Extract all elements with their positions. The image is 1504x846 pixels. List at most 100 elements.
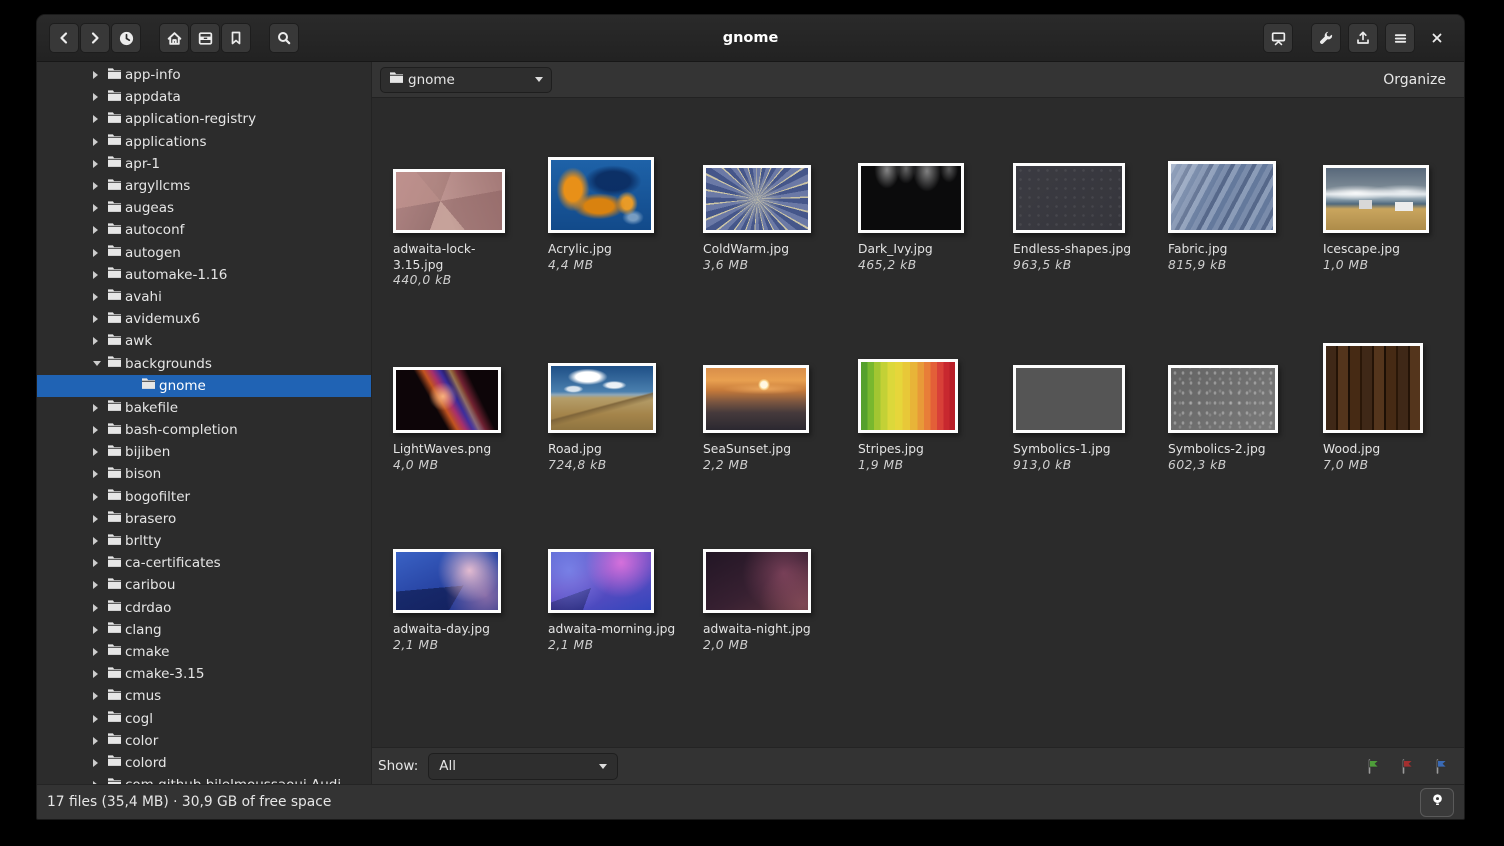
thumbnail[interactable]: [858, 359, 958, 433]
file-item[interactable]: adwaita-lock-3.15.jpg 440,0 kB: [383, 98, 538, 296]
file-item[interactable]: adwaita-night.jpg 2,0 MB: [693, 492, 848, 653]
filesystem-button[interactable]: [190, 23, 220, 53]
file-item[interactable]: adwaita-morning.jpg 2,1 MB: [538, 492, 693, 653]
history-button[interactable]: [111, 23, 141, 53]
expander-icon[interactable]: [93, 470, 107, 478]
thumbnail[interactable]: [393, 549, 501, 613]
expander-icon[interactable]: [93, 515, 107, 523]
thumbnail[interactable]: [1168, 161, 1276, 233]
folder-tree-item[interactable]: cogl: [37, 707, 371, 729]
thumbnail[interactable]: [703, 365, 809, 433]
folder-tree-item[interactable]: awk: [37, 330, 371, 352]
thumbnail[interactable]: [1168, 365, 1278, 433]
expander-icon[interactable]: [93, 249, 107, 257]
expander-icon[interactable]: [93, 182, 107, 190]
file-item[interactable]: adwaita-day.jpg 2,1 MB: [383, 492, 538, 653]
folder-tree-item[interactable]: automake-1.16: [37, 264, 371, 286]
folder-tree-item[interactable]: clang: [37, 619, 371, 641]
thumbnail[interactable]: [703, 165, 811, 233]
folder-tree-item[interactable]: avidemux6: [37, 308, 371, 330]
folder-tree-item[interactable]: cmake-3.15: [37, 663, 371, 685]
folder-tree-item[interactable]: bison: [37, 463, 371, 485]
close-button[interactable]: [1422, 23, 1452, 53]
folder-tree-item[interactable]: bogofilter: [37, 486, 371, 508]
thumbnail[interactable]: [1323, 165, 1429, 233]
folder-tree-item[interactable]: backgrounds: [37, 352, 371, 374]
folder-tree-item[interactable]: argyllcms: [37, 175, 371, 197]
folder-tree-item[interactable]: apr-1: [37, 153, 371, 175]
forward-button[interactable]: [80, 23, 110, 53]
folder-tree-item[interactable]: com.github.bilelmoussaoui.Audi: [37, 774, 371, 784]
expander-icon[interactable]: [93, 271, 107, 279]
expander-icon[interactable]: [93, 160, 107, 168]
expander-icon[interactable]: [93, 71, 107, 79]
expander-icon[interactable]: [93, 226, 107, 234]
expander-icon[interactable]: [93, 115, 107, 123]
expander-icon[interactable]: [93, 315, 107, 323]
blue-flag-filter-button[interactable]: [1433, 757, 1450, 775]
thumbnail[interactable]: [1323, 343, 1423, 433]
location-dropdown[interactable]: gnome: [380, 67, 552, 93]
expander-icon[interactable]: [93, 759, 107, 767]
folder-tree-item[interactable]: cmus: [37, 685, 371, 707]
file-item[interactable]: Road.jpg 724,8 kB: [538, 296, 693, 492]
menu-button[interactable]: [1385, 23, 1415, 53]
expander-icon[interactable]: [93, 204, 107, 212]
file-item[interactable]: Fabric.jpg 815,9 kB: [1158, 98, 1313, 296]
search-button[interactable]: [269, 23, 299, 53]
folder-tree-item[interactable]: autogen: [37, 242, 371, 264]
back-button[interactable]: [49, 23, 79, 53]
folder-tree-item[interactable]: brasero: [37, 508, 371, 530]
thumbnail[interactable]: [548, 157, 654, 233]
folder-tree-item[interactable]: colord: [37, 752, 371, 774]
expander-icon[interactable]: [93, 93, 107, 101]
tools-button[interactable]: [1311, 23, 1341, 53]
bookmarks-button[interactable]: [221, 23, 251, 53]
file-item[interactable]: ColdWarm.jpg 3,6 MB: [693, 98, 848, 296]
expander-icon[interactable]: [93, 648, 107, 656]
file-item[interactable]: Icescape.jpg 1,0 MB: [1313, 98, 1464, 296]
file-item[interactable]: Stripes.jpg 1,9 MB: [848, 296, 1003, 492]
file-item[interactable]: Endless-shapes.jpg 963,5 kB: [1003, 98, 1158, 296]
expander-icon[interactable]: [93, 537, 107, 545]
file-item[interactable]: LightWaves.png 4,0 MB: [383, 296, 538, 492]
expander-icon[interactable]: [93, 404, 107, 412]
expander-icon[interactable]: [93, 293, 107, 301]
folder-tree-item[interactable]: brltty: [37, 530, 371, 552]
expander-icon[interactable]: [93, 626, 107, 634]
file-item[interactable]: Wood.jpg 7,0 MB: [1313, 296, 1464, 492]
file-item[interactable]: Acrylic.jpg 4,4 MB: [538, 98, 693, 296]
organize-button[interactable]: Organize: [1377, 68, 1452, 92]
thumbnail[interactable]: [703, 549, 811, 613]
folder-tree-item[interactable]: bash-completion: [37, 419, 371, 441]
expander-icon[interactable]: [93, 737, 107, 745]
expander-icon[interactable]: [93, 426, 107, 434]
expander-icon[interactable]: [93, 604, 107, 612]
folder-tree-item[interactable]: caribou: [37, 574, 371, 596]
tip-button[interactable]: [1420, 788, 1454, 817]
folder-tree-item[interactable]: app-info: [37, 64, 371, 86]
folder-tree-item[interactable]: bakefile: [37, 397, 371, 419]
expander-icon[interactable]: [93, 692, 107, 700]
red-flag-filter-button[interactable]: [1399, 757, 1416, 775]
thumbnail[interactable]: [1013, 365, 1125, 433]
filter-dropdown[interactable]: All: [428, 753, 618, 780]
expander-icon[interactable]: [93, 138, 107, 146]
file-item[interactable]: Dark_Ivy.jpg 465,2 kB: [848, 98, 1003, 296]
folder-tree-item[interactable]: application-registry: [37, 108, 371, 130]
green-flag-filter-button[interactable]: [1365, 757, 1382, 775]
folder-tree-item[interactable]: appdata: [37, 86, 371, 108]
thumbnail[interactable]: [393, 367, 501, 433]
thumbnail[interactable]: [858, 163, 964, 233]
expander-icon[interactable]: [93, 337, 107, 345]
home-button[interactable]: [159, 23, 189, 53]
folder-tree-item[interactable]: avahi: [37, 286, 371, 308]
file-item[interactable]: Symbolics-1.jpg 913,0 kB: [1003, 296, 1158, 492]
thumbnail[interactable]: [548, 363, 656, 433]
expander-icon[interactable]: [93, 715, 107, 723]
expander-icon[interactable]: [93, 670, 107, 678]
folder-tree-item[interactable]: applications: [37, 131, 371, 153]
expander-icon[interactable]: [93, 581, 107, 589]
folder-tree-item[interactable]: cmake: [37, 641, 371, 663]
folder-tree-item[interactable]: ca-certificates: [37, 552, 371, 574]
